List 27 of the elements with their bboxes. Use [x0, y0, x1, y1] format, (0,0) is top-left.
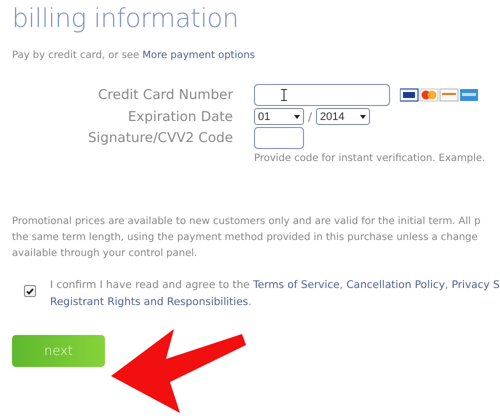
- terms-text: the same term length, using the payment method provided in this purchase unless a change: [12, 232, 478, 244]
- terms-text: Promotional prices are available to new customers only and are valid for the initial term. All p: [12, 216, 480, 228]
- field-label: Signature/CVV2 Code: [88, 130, 233, 146]
- agree-checkbox[interactable]: [24, 285, 36, 297]
- month-select[interactable]: 01: [254, 108, 304, 125]
- link[interactable]: Privacy S: [452, 279, 500, 291]
- agreement-text: I confirm I have read and agree to the Terms of Service, Cancellation Policy, Privacy S: [50, 279, 500, 291]
- intro-text: Pay by credit card, or see More payment options: [12, 50, 255, 61]
- card-logos-icon: [400, 88, 478, 102]
- card-number-field[interactable]: [254, 84, 390, 106]
- link[interactable]: Cancellation Policy: [346, 279, 445, 291]
- text-cursor-icon: [281, 89, 287, 101]
- date-separator: /: [308, 110, 312, 124]
- page-title: billing information: [12, 4, 238, 34]
- agreement-text: Registrant Rights and Responsibilities.: [50, 296, 252, 308]
- hint-text: Provide code for instant verification. Example.: [254, 153, 486, 164]
- link[interactable]: More payment options: [142, 50, 255, 61]
- link[interactable]: Registrant Rights and Responsibilities: [50, 296, 248, 308]
- field-label: Credit Card Number: [98, 87, 233, 103]
- year-select[interactable]: 2014: [316, 108, 370, 125]
- link[interactable]: Terms of Service: [253, 279, 340, 291]
- terms-text: available through your control panel.: [12, 248, 198, 260]
- check-icon: [26, 288, 34, 294]
- cvv-field[interactable]: [254, 127, 304, 149]
- caret-icon: [294, 114, 300, 118]
- field-label: Expiration Date: [128, 108, 233, 124]
- caret-icon: [360, 114, 366, 118]
